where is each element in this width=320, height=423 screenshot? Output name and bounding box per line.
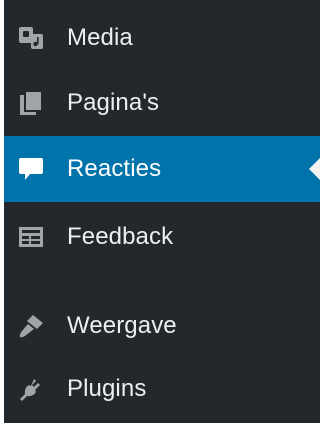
menu-item-label: Pagina's	[67, 89, 160, 116]
feedback-icon	[17, 223, 45, 251]
menu-item-feedback[interactable]: Feedback	[4, 202, 320, 272]
menu-item-media[interactable]: Media	[4, 6, 320, 70]
menu-item-label: Media	[67, 24, 133, 51]
menu-item-label: Reacties	[67, 155, 162, 182]
menu-item-pages[interactable]: Pagina's	[4, 70, 320, 136]
menu-item-label: Weergave	[67, 312, 177, 339]
comments-icon	[17, 155, 45, 183]
menu-item-label: Plugins	[67, 375, 147, 402]
appearance-icon	[17, 312, 45, 340]
menu-item-appearance[interactable]: Weergave	[4, 294, 320, 358]
menu-item-plugins[interactable]: Plugins	[4, 358, 320, 420]
pages-icon	[17, 89, 45, 117]
menu-item-label: Feedback	[67, 223, 174, 250]
plugins-icon	[17, 375, 45, 403]
active-indicator	[309, 158, 320, 180]
admin-sidebar-menu: Media Pagina's Reacties Feedback Weergav…	[4, 0, 320, 423]
media-icon	[17, 24, 45, 52]
menu-item-comments[interactable]: Reacties	[4, 136, 320, 202]
